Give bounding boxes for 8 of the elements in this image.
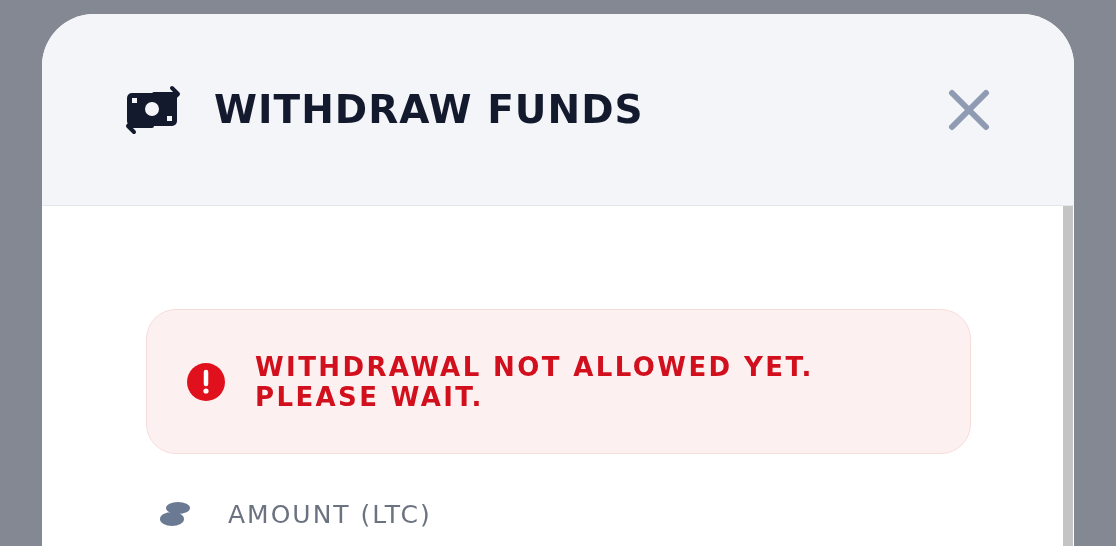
amount-label: AMOUNT (LTC) [228, 500, 432, 529]
dialog-title: WITHDRAW FUNDS [214, 87, 645, 132]
coins-icon [160, 501, 192, 528]
scrollbar[interactable] [1063, 206, 1073, 546]
alert-icon [187, 362, 225, 401]
money-exchange-icon [124, 85, 182, 134]
alert-message: WITHDRAWAL NOT ALLOWED YET. PLEASE WAIT. [255, 351, 814, 412]
close-button[interactable] [948, 88, 990, 131]
